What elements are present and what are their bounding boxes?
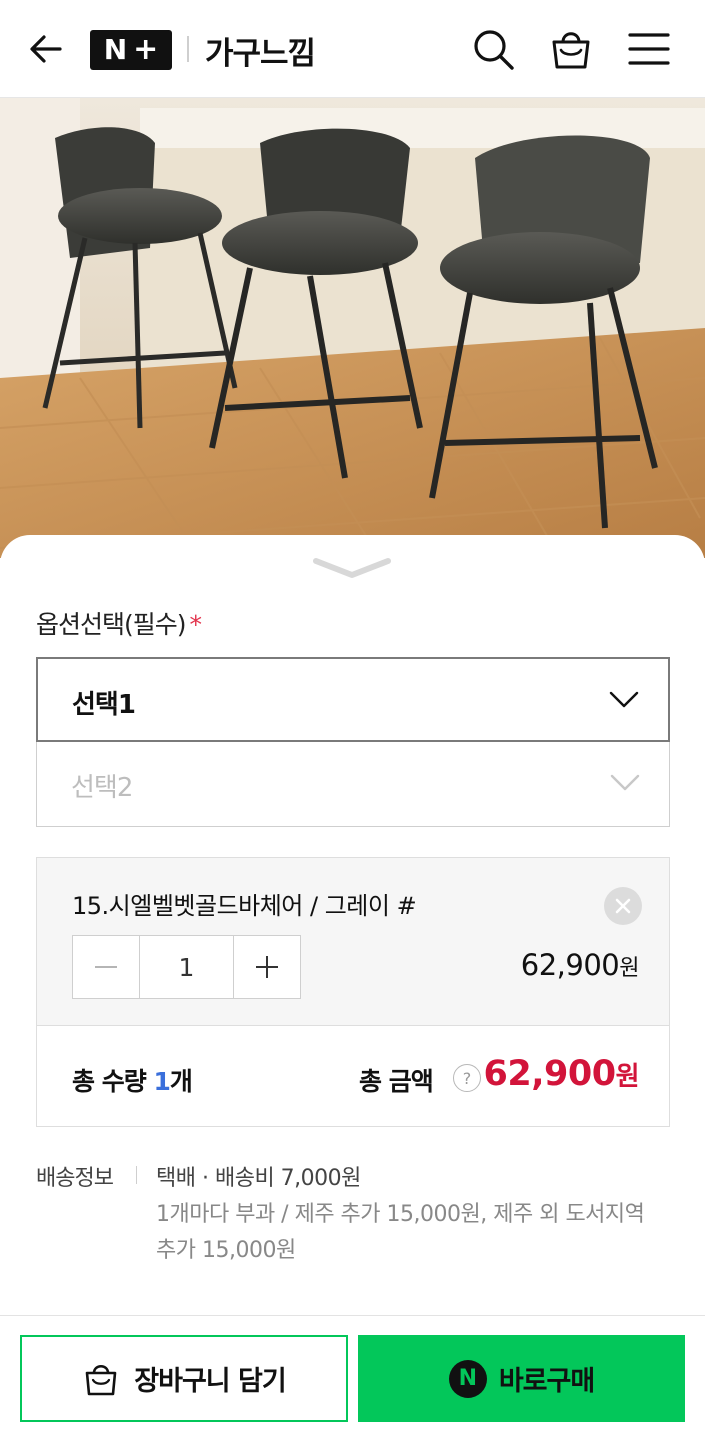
total-quantity-value: 1	[153, 1067, 170, 1096]
naver-plus-logo[interactable]: N +	[90, 30, 172, 70]
logo-n: N	[103, 33, 128, 66]
shipping-divider	[136, 1166, 137, 1184]
hamburger-menu-icon	[628, 33, 670, 65]
increase-quantity-button[interactable]	[234, 936, 300, 998]
sheet-collapse-handle[interactable]	[312, 555, 392, 581]
remove-option-button[interactable]	[604, 887, 642, 925]
option-select-2[interactable]: 선택2	[36, 742, 670, 827]
buy-now-label: 바로구매	[498, 1366, 595, 1397]
option-select-1[interactable]: 선택1	[36, 657, 670, 742]
required-asterisk: *	[189, 610, 202, 639]
option-price-unit: 원	[619, 956, 639, 981]
shipping-line-2: 1개마다 부과 / 제주 추가 15,000원, 제주 외 도서지역	[156, 1202, 645, 1227]
logo-plus: +	[133, 32, 159, 67]
shipping-label: 배송정보	[36, 1166, 114, 1191]
quantity-value[interactable]: 1	[139, 936, 234, 998]
bar-stools-illustration	[0, 98, 705, 558]
total-amount: 62,900원	[483, 1054, 640, 1094]
back-button[interactable]	[26, 28, 68, 70]
naver-pay-icon: N	[448, 1359, 487, 1398]
option-price-value: 62,900	[520, 948, 620, 982]
search-button[interactable]	[470, 26, 516, 72]
option-select-2-label: 선택2	[71, 773, 133, 803]
chevron-down-icon	[609, 691, 639, 708]
arrow-left-icon	[30, 35, 62, 63]
chevron-down-icon	[610, 774, 640, 791]
product-image[interactable]	[0, 98, 705, 558]
search-icon	[474, 30, 514, 70]
total-amount-unit: 원	[615, 1062, 640, 1092]
shipping-line-3: 추가 15,000원	[156, 1238, 296, 1263]
top-header: N + 가구느낌	[0, 0, 705, 98]
close-icon	[615, 898, 631, 914]
option-section-title: 옵션선택(필수) *	[36, 605, 202, 641]
option-bottom-sheet: 옵션선택(필수)* 선택1 선택2 15.시엘벨벳골드바체어 / 그레이 #	[0, 535, 705, 1440]
total-amount-value: 62,900	[483, 1054, 617, 1094]
selected-option-box: 15.시엘벨벳골드바체어 / 그레이 # 1 62,900원 총 수량 1개 총…	[36, 857, 670, 1127]
store-name[interactable]: 가구느낌	[205, 28, 316, 73]
brand-divider	[187, 36, 189, 62]
add-to-cart-label: 장바구니 담기	[134, 1366, 286, 1397]
quantity-stepper: 1	[72, 935, 301, 999]
purchase-action-bar: 장바구니 담기 N 바로구매	[0, 1315, 705, 1440]
selected-option-row: 15.시엘벨벳골드바체어 / 그레이 # 1 62,900원	[37, 858, 669, 1026]
option-select-1-label: 선택1	[72, 690, 136, 720]
total-quantity: 총 수량 1개	[72, 1062, 193, 1098]
decrease-quantity-button[interactable]	[73, 936, 139, 998]
chevron-down-icon	[313, 558, 391, 578]
total-amount-label: 총 금액	[359, 1067, 434, 1096]
buy-now-button[interactable]: N 바로구매	[358, 1335, 685, 1422]
total-quantity-label: 총 수량	[72, 1067, 147, 1096]
help-icon[interactable]: ?	[453, 1064, 481, 1092]
selected-option-name: 15.시엘벨벳골드바체어 / 그레이 #	[72, 892, 417, 920]
option-title-text: 옵션선택(필수)	[36, 610, 187, 639]
total-quantity-unit: 개	[169, 1067, 193, 1096]
totals-row: 총 수량 1개 총 금액 ? 62,900원	[37, 1026, 669, 1126]
shopping-bag-icon	[85, 1364, 117, 1395]
selected-option-price: 62,900원	[520, 948, 640, 982]
minus-icon	[95, 966, 117, 968]
add-to-cart-button[interactable]: 장바구니 담기	[20, 1335, 348, 1422]
cart-button[interactable]	[548, 26, 594, 72]
shopping-bag-icon	[552, 32, 590, 69]
plus-icon	[256, 956, 278, 978]
menu-button[interactable]	[626, 26, 672, 72]
shipping-line-1: 택배 · 배송비 7,000원	[156, 1166, 361, 1191]
